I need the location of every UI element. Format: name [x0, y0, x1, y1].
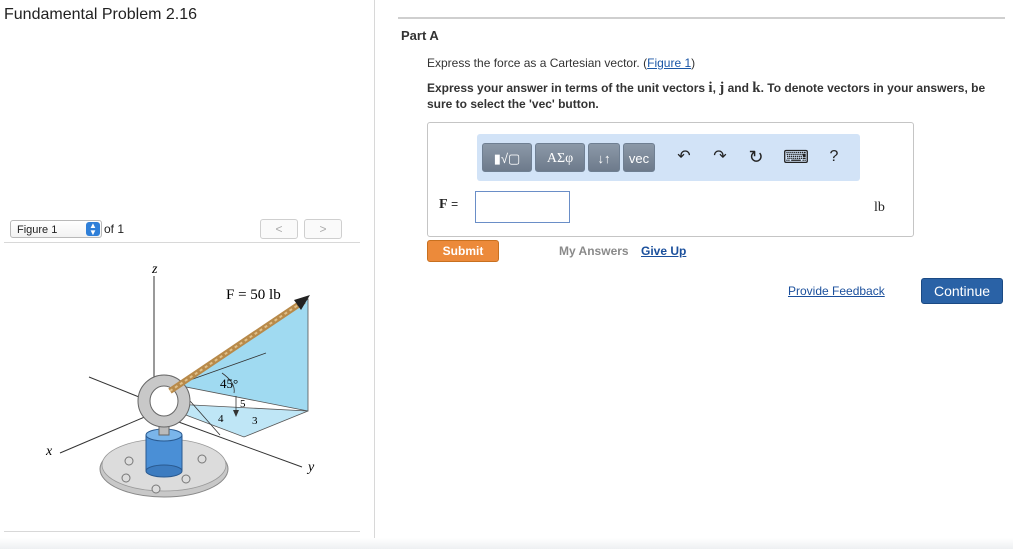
my-answers-link[interactable]: My Answers: [559, 244, 629, 258]
part-separator: [398, 17, 1005, 19]
reset-icon[interactable]: ↻: [745, 146, 767, 168]
figure-image: z x y F = 50 lb 45° 5 4 3: [4, 242, 360, 532]
bolt-icon: [151, 484, 161, 494]
force-plane: [174, 298, 309, 412]
undo-icon[interactable]: ↶: [673, 146, 695, 168]
give-up-link[interactable]: Give Up: [641, 244, 686, 258]
prev-figure-button[interactable]: <: [260, 219, 298, 239]
templates-button[interactable]: ▮√▢: [482, 143, 532, 172]
bolt-icon: [124, 456, 134, 466]
angle-label: 45°: [220, 376, 238, 391]
vec-button[interactable]: vec: [623, 143, 655, 172]
math-toolbar: ▮√▢ ΑΣφ ↓↑ vec ↶ ↷ ↻ ⌨ ?: [477, 134, 860, 181]
keyboard-icon[interactable]: ⌨: [783, 146, 809, 168]
next-figure-button[interactable]: >: [304, 219, 342, 239]
answer-input[interactable]: [475, 191, 570, 223]
greek-symbols-button[interactable]: ΑΣφ: [535, 143, 585, 172]
answer-box: ▮√▢ ΑΣφ ↓↑ vec ↶ ↷ ↻ ⌨ ? F = lb: [427, 122, 914, 237]
submit-button[interactable]: Submit: [427, 240, 499, 262]
bottom-edge: [0, 538, 1013, 549]
question-prompt: Express the force as a Cartesian vector.…: [427, 56, 696, 70]
problem-title: Fundamental Problem 2.16: [4, 6, 197, 23]
unit-vector-k: k: [752, 80, 761, 96]
redo-icon[interactable]: ↷: [709, 146, 731, 168]
force-label: F = 50 lb: [226, 287, 281, 303]
answer-instructions: Express your answer in terms of the unit…: [427, 80, 986, 111]
y-label: y: [306, 460, 315, 475]
sub-superscript-button[interactable]: ↓↑: [588, 143, 620, 172]
figure-count: of 1: [104, 222, 125, 236]
bolt-icon: [197, 454, 207, 464]
bolt-icon: [181, 474, 191, 484]
figure-diagram: z x y F = 50 lb 45° 5 4 3: [45, 262, 315, 498]
bolt-icon: [121, 473, 131, 483]
figure-panel: Fundamental Problem 2.16 Figure 1 ▲ ▼ of …: [0, 0, 375, 549]
help-icon[interactable]: ?: [823, 146, 845, 168]
figure-select[interactable]: Figure 1 ▲ ▼: [10, 220, 102, 238]
part-title: Part A: [401, 28, 439, 43]
z-label: z: [151, 262, 158, 277]
provide-feedback-link[interactable]: Provide Feedback: [788, 284, 885, 298]
select-arrows-icon: ▲ ▼: [86, 222, 100, 237]
slope-label-5: 5: [240, 398, 246, 410]
slope-label-3: 3: [252, 415, 258, 427]
figure-navigation: Figure 1 ▲ ▼ of 1 < >: [4, 216, 360, 242]
x-label: x: [45, 444, 53, 459]
answer-unit: lb: [874, 200, 885, 215]
answer-label: F =: [439, 197, 459, 212]
continue-button[interactable]: Continue: [921, 278, 1003, 304]
figure-select-value: Figure 1: [17, 224, 58, 236]
figure-link[interactable]: Figure 1: [647, 56, 691, 70]
slope-label-4: 4: [218, 413, 224, 425]
